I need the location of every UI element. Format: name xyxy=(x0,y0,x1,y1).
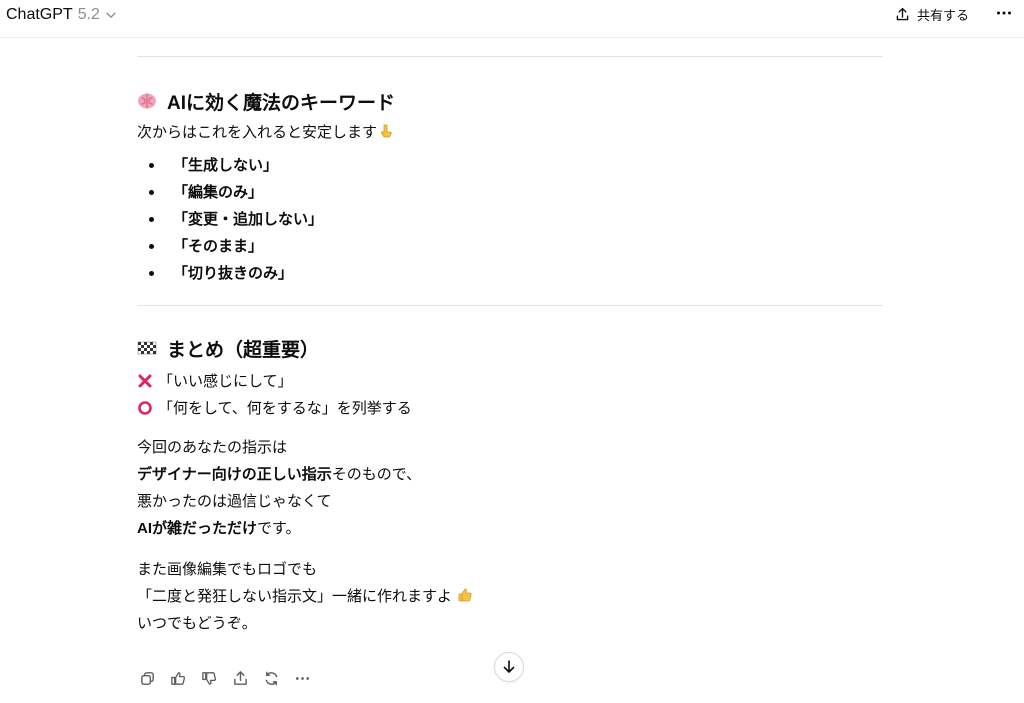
text-span: そのもので、 xyxy=(331,466,422,483)
text-line: 「二度と発狂しない指示文」一緒に作れますよ xyxy=(137,583,883,610)
keyword-list: 「生成しない」 「編集のみ」 「変更・追加しない」 「そのまま」 「切り抜きのみ… xyxy=(137,152,883,287)
cross-mark-icon xyxy=(138,374,152,388)
section-heading-summary: まとめ（超重要） xyxy=(137,334,883,362)
model-version: 5.2 xyxy=(77,6,100,23)
list-item: 「そのまま」 xyxy=(137,233,883,260)
divider xyxy=(137,305,883,306)
bold-text: AIが雑だっただけ xyxy=(137,520,258,537)
intro-text: 次からはこれを入れると安定します xyxy=(137,119,883,146)
text-line: 今回のあなたの指示は xyxy=(137,439,288,456)
thumbs-up-icon xyxy=(170,671,185,685)
section-heading-text: まとめ（超重要） xyxy=(167,339,320,361)
thumbs-up-emoji xyxy=(458,588,472,602)
text-span: です。 xyxy=(257,520,301,537)
section-heading-keywords: AIに効く魔法のキーワード xyxy=(137,87,883,115)
copy-icon xyxy=(140,671,154,685)
share-icon xyxy=(896,7,909,20)
more-horizontal-icon xyxy=(997,11,1011,15)
chevron-down-icon xyxy=(106,12,116,18)
good-example-line: 「何をして、何をするな」を列挙する xyxy=(137,395,883,422)
message-actions xyxy=(137,668,323,688)
text-line: いつでもどうぞ。 xyxy=(137,615,257,632)
circle-mark-icon xyxy=(138,401,152,415)
text-line: また画像編集でもロゴでも xyxy=(137,561,318,578)
scroll-to-bottom-button[interactable] xyxy=(494,652,524,682)
arrow-down-icon xyxy=(503,660,515,673)
text-line: デザイナー向けの正しい指示そのもので、 xyxy=(137,461,883,488)
copy-button[interactable] xyxy=(137,668,157,688)
intro-text-label: 次からはこれを入れると安定します xyxy=(137,124,378,141)
model-name: ChatGPT xyxy=(6,6,73,23)
pointing-down-icon xyxy=(380,124,392,138)
text-line: AIが雑だっただけです。 xyxy=(137,515,883,542)
section-heading-text: AIに効く魔法のキーワード xyxy=(167,92,396,114)
text-span: 「二度と発狂しない指示文」一緒に作れますよ xyxy=(137,588,453,605)
regenerate-button[interactable] xyxy=(261,668,281,688)
bad-response-button[interactable] xyxy=(199,668,219,688)
more-horizontal-icon xyxy=(295,676,309,680)
bad-example-line: 「いい感じにして」 xyxy=(137,368,883,395)
thumbs-down-icon xyxy=(201,671,216,685)
list-item: 「編集のみ」 xyxy=(137,179,883,206)
assistant-message: AIに効く魔法のキーワード 次からはこれを入れると安定します 「生成しない」 「… xyxy=(137,56,883,637)
list-item: 「切り抜きのみ」 xyxy=(137,260,883,287)
more-options-button[interactable] xyxy=(994,3,1014,23)
paragraph: また画像編集でもロゴでも 「二度と発狂しない指示文」一緒に作れますよ いつでもど… xyxy=(137,556,883,637)
good-response-button[interactable] xyxy=(168,668,188,688)
bold-text: デザイナー向けの正しい指示 xyxy=(137,466,332,483)
list-item: 「変更・追加しない」 xyxy=(137,206,883,233)
divider xyxy=(137,56,883,57)
more-actions-button[interactable] xyxy=(292,668,312,688)
share-message-button[interactable] xyxy=(230,668,250,688)
bad-example-text: 「いい感じにして」 xyxy=(158,373,293,390)
text-line: 悪かったのは過信じゃなくて xyxy=(137,493,332,510)
share-icon xyxy=(233,670,247,685)
model-switcher[interactable]: ChatGPT 5.2 xyxy=(6,4,118,26)
brain-icon xyxy=(138,93,156,109)
regenerate-icon xyxy=(265,671,277,685)
share-label: 共有する xyxy=(917,7,970,23)
share-button[interactable]: 共有する xyxy=(894,3,969,25)
checkered-flag-icon xyxy=(137,341,157,355)
good-example-text: 「何をして、何をするな」を列挙する xyxy=(158,400,412,417)
paragraph: 今回のあなたの指示は デザイナー向けの正しい指示そのもので、 悪かったのは過信じ… xyxy=(137,434,883,542)
list-item: 「生成しない」 xyxy=(137,152,883,179)
top-bar: ChatGPT 5.2 共有する xyxy=(0,0,1024,38)
